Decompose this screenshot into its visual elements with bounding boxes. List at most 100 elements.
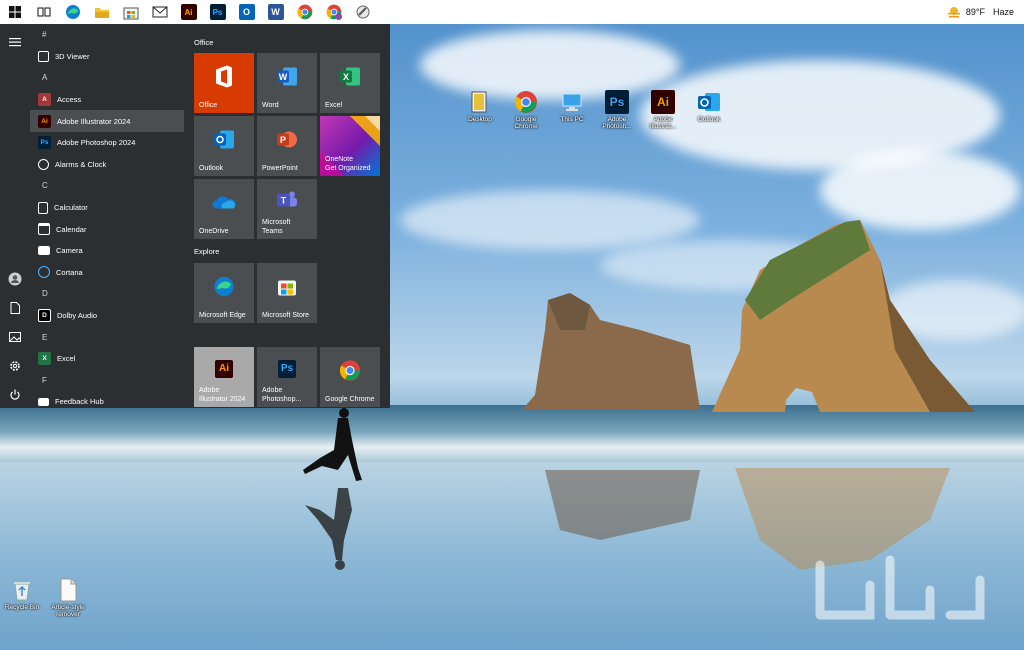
tile-label: Microsoft Edge (199, 311, 246, 319)
app-list-item-calculator[interactable]: Calculator (30, 197, 190, 219)
tile-word[interactable]: W Word (257, 53, 317, 113)
app-list-item-label: Feedback Hub (55, 397, 104, 407)
dolby-icon: D (38, 309, 51, 323)
gear-icon (10, 361, 20, 371)
weather-widget[interactable]: 89°F Haze (947, 6, 1024, 18)
app-list-item-access[interactable]: A Access (30, 89, 190, 111)
word-icon: W (276, 67, 298, 90)
app-list-item-photoshop[interactable]: Ps Adobe Photoshop 2024 (30, 132, 190, 154)
excel-icon: X (38, 352, 51, 366)
app-list-item-label: 3D Viewer (55, 51, 90, 61)
power-icon (10, 389, 20, 400)
tiles-area: Office Office W Word X Excel Outlook P P… (190, 24, 390, 408)
file-explorer-taskbar-button[interactable] (87, 0, 116, 24)
desktop-icon-outlook[interactable]: Outlook (689, 90, 729, 123)
word-taskbar-button[interactable]: W (261, 0, 290, 24)
tile-label: Microsoft Teams (262, 219, 291, 235)
desktop-icon-label: Recycle Bin (4, 604, 40, 611)
calculator-icon (38, 201, 48, 214)
chrome-taskbar-button[interactable] (290, 0, 319, 24)
user-account-button[interactable] (7, 271, 23, 287)
app-list-header[interactable]: A (30, 67, 190, 89)
start-menu: # 3D Viewer A A Access Ai Adobe Illustra… (0, 24, 390, 408)
app-list-header[interactable]: D (30, 283, 190, 305)
alarm-clock-icon (38, 158, 49, 170)
calendar-icon (38, 223, 50, 236)
tile-onenote[interactable]: OneNote Get Organized (320, 116, 380, 176)
tile-adobe-illustrator[interactable]: Ai Adobe Illustrator 2024 (194, 347, 254, 407)
app-list-header[interactable]: F (30, 370, 190, 392)
app-list-item-dolby-audio[interactable]: D Dolby Audio (30, 305, 190, 327)
desktop-icon-recycle-bin[interactable]: Recycle Bin (2, 578, 42, 611)
app-list-item-label: Dolby Audio (57, 311, 98, 321)
app-list-item-label: Adobe Photoshop 2024 (57, 138, 136, 148)
tile-microsoft-edge[interactable]: Microsoft Edge (194, 263, 254, 323)
edge-icon (65, 5, 80, 19)
app-list-item-excel[interactable]: X Excel (30, 348, 190, 370)
task-view-button[interactable] (29, 0, 58, 24)
photoshop-taskbar-button[interactable]: Ps (203, 0, 232, 24)
tile-label: Adobe Illustrator 2024 (199, 387, 246, 403)
svg-text:X: X (343, 72, 349, 82)
desktop-icon-illustrator[interactable]: Ai Adobe Illustrat... (643, 90, 683, 130)
weather-condition: Haze (992, 7, 1014, 17)
tile-powerpoint[interactable]: P PowerPoint (257, 116, 317, 176)
tile-microsoft-teams[interactable]: T Microsoft Teams (257, 179, 317, 239)
weather-temperature: 89°F (965, 7, 985, 17)
store-taskbar-button[interactable] (116, 0, 145, 24)
photoshop-icon: Ps (38, 136, 51, 150)
desktop-icon-label: This PC (560, 116, 584, 123)
start-menu-rail (0, 24, 30, 408)
tile-excel[interactable]: X Excel (320, 53, 380, 113)
chrome-icon (339, 360, 361, 385)
app-list-item-calendar[interactable]: Calendar (30, 218, 190, 240)
tile-outlook[interactable]: Outlook (194, 116, 254, 176)
mail-taskbar-button[interactable] (145, 0, 174, 24)
tile-adobe-photoshop[interactable]: Ps Adobe Photoshop... (257, 347, 317, 407)
app-list-item-feedback-hub[interactable]: Feedback Hub (30, 391, 190, 408)
tile-group-title[interactable]: Office (194, 38, 213, 47)
app-list-item-label: Calendar (56, 224, 87, 234)
settings-button[interactable] (7, 358, 23, 374)
desktop-icon-desktop[interactable]: Desktop (460, 90, 500, 123)
watermark-logo (815, 555, 985, 620)
app-list-item-alarms-clock[interactable]: Alarms & Clock (30, 154, 190, 176)
photoshop-icon: Ps (278, 359, 296, 378)
chrome-profile-taskbar-button[interactable] (319, 0, 348, 24)
start-button[interactable] (0, 0, 29, 24)
photoshop-icon: Ps (209, 4, 226, 20)
tile-label: Outlook (199, 164, 224, 172)
illustrator-taskbar-button[interactable]: Ai (174, 0, 203, 24)
onedrive-icon (212, 196, 236, 213)
desktop-icon-article-style-remover[interactable]: Article-style remover (48, 578, 88, 618)
app-list-header[interactable]: C (30, 175, 190, 197)
folder-icon (94, 8, 109, 18)
tile-label: PowerPoint (262, 164, 298, 172)
app-list-header[interactable]: # (30, 24, 190, 46)
app-list-item-camera[interactable]: Camera (30, 240, 190, 262)
tile-group-title[interactable]: Explore (194, 247, 219, 256)
desktop-icon-this-pc[interactable]: This PC (552, 90, 592, 123)
documents-button[interactable] (7, 300, 23, 316)
app-icon (356, 5, 369, 19)
app-list-header[interactable]: E (30, 326, 190, 348)
tile-google-chrome[interactable]: Google Chrome (320, 347, 380, 407)
app-list-item-3d-viewer[interactable]: 3D Viewer (30, 46, 190, 68)
tile-office[interactable]: Office (194, 53, 254, 113)
other-taskbar-button[interactable] (348, 0, 377, 24)
app-list-item-label: Cortana (56, 267, 83, 277)
desktop-icon-photoshop[interactable]: Ps Adobe Photosh... (597, 90, 637, 130)
power-button[interactable] (7, 387, 23, 403)
edge-taskbar-button[interactable] (58, 0, 87, 24)
pictures-button[interactable] (7, 329, 23, 345)
desktop-icon-label: Adobe Photosh... (602, 116, 632, 130)
hamburger-menu-button[interactable] (7, 34, 23, 50)
outlook-taskbar-button[interactable]: O (232, 0, 261, 24)
app-list-item-cortana[interactable]: Cortana (30, 262, 190, 284)
app-list-item-label: Access (57, 95, 82, 105)
tile-onedrive[interactable]: OneDrive (194, 179, 254, 239)
desktop-icon-google-chrome[interactable]: Google Chrome (506, 90, 546, 130)
tile-microsoft-store[interactable]: Microsoft Store (257, 263, 317, 323)
app-list-item-illustrator[interactable]: Ai Adobe Illustrator 2024 (30, 110, 184, 132)
illustrator-icon: Ai (38, 114, 51, 128)
